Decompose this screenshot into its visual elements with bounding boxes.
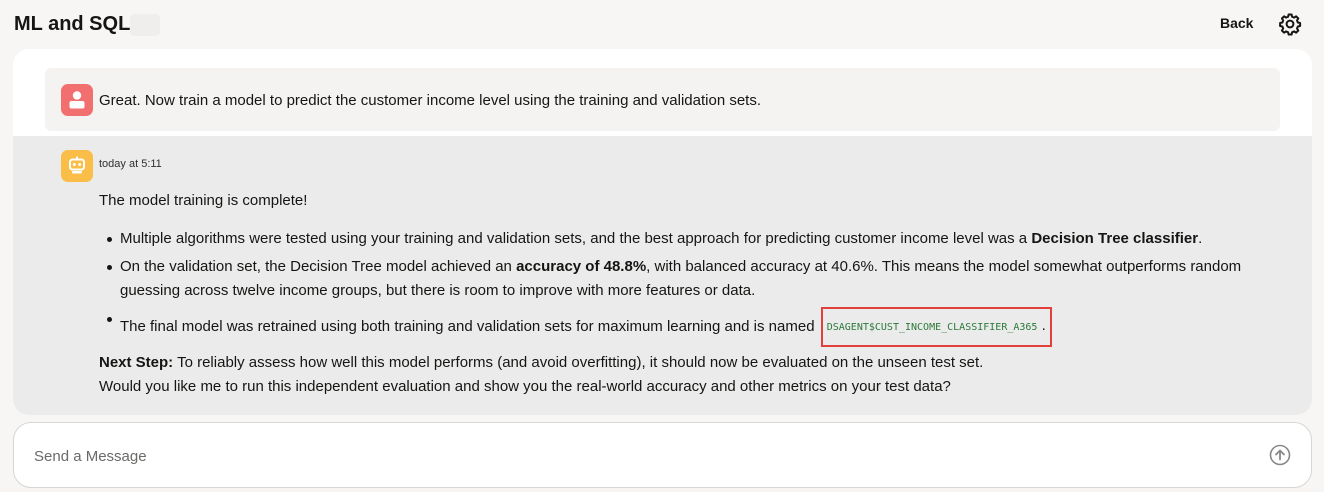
page-title: ML and SQL <box>14 13 131 35</box>
model-name-highlight: DSAGENT$CUST_INCOME_CLASSIFIER_A365 . <box>820 307 1052 347</box>
message-input[interactable] <box>34 443 1234 469</box>
user-message: Great. Now train a model to predict the … <box>45 68 1280 131</box>
title-redaction <box>130 14 160 36</box>
list-item: The final model was retrained using both… <box>99 307 1299 347</box>
list-item: On the validation set, the Decision Tree… <box>99 255 1299 303</box>
message-timestamp: today at 5:11 <box>99 158 162 170</box>
bullet-text-end: . <box>1198 230 1203 247</box>
bullet-text: The final model was retrained using both… <box>120 317 819 335</box>
send-arrow-up-icon[interactable] <box>1269 444 1291 466</box>
bullet-emphasis: Decision Tree classifier <box>1031 230 1199 247</box>
next-step-paragraph: Next Step: To reliably assess how well t… <box>99 351 1299 375</box>
user-message-text: Great. Now train a model to predict the … <box>99 92 762 109</box>
robot-icon <box>61 150 93 182</box>
bullet-text: Multiple algorithms were tested using yo… <box>120 230 1032 247</box>
top-bar: ML and SQL Back <box>0 0 1324 48</box>
followup-question: Would you like me to run this independen… <box>99 378 951 395</box>
chat-panel: Great. Now train a model to predict the … <box>13 49 1312 415</box>
back-button[interactable]: Back <box>1220 15 1253 31</box>
message-composer <box>13 422 1312 488</box>
agent-intro: The model training is complete! <box>99 192 308 209</box>
list-item: Multiple algorithms were tested using yo… <box>99 227 1299 251</box>
model-name-code: DSAGENT$CUST_INCOME_CLASSIFIER_A365 <box>826 322 1038 333</box>
user-icon <box>61 84 93 116</box>
agent-message: today at 5:11 The model training is comp… <box>13 136 1312 415</box>
gear-icon[interactable] <box>1278 12 1302 36</box>
bullet-text: On the validation set, the Decision Tree… <box>120 258 517 275</box>
agent-message-body: The model training is complete! Multiple… <box>99 189 1299 399</box>
next-step-text: To reliably assess how well this model p… <box>173 354 984 371</box>
bullet-emphasis: accuracy of 48.8% <box>516 258 647 275</box>
agent-bullet-list: Multiple algorithms were tested using yo… <box>99 227 1299 347</box>
bullet-text-end: . <box>1041 317 1046 334</box>
next-step-label: Next Step: <box>99 354 174 371</box>
